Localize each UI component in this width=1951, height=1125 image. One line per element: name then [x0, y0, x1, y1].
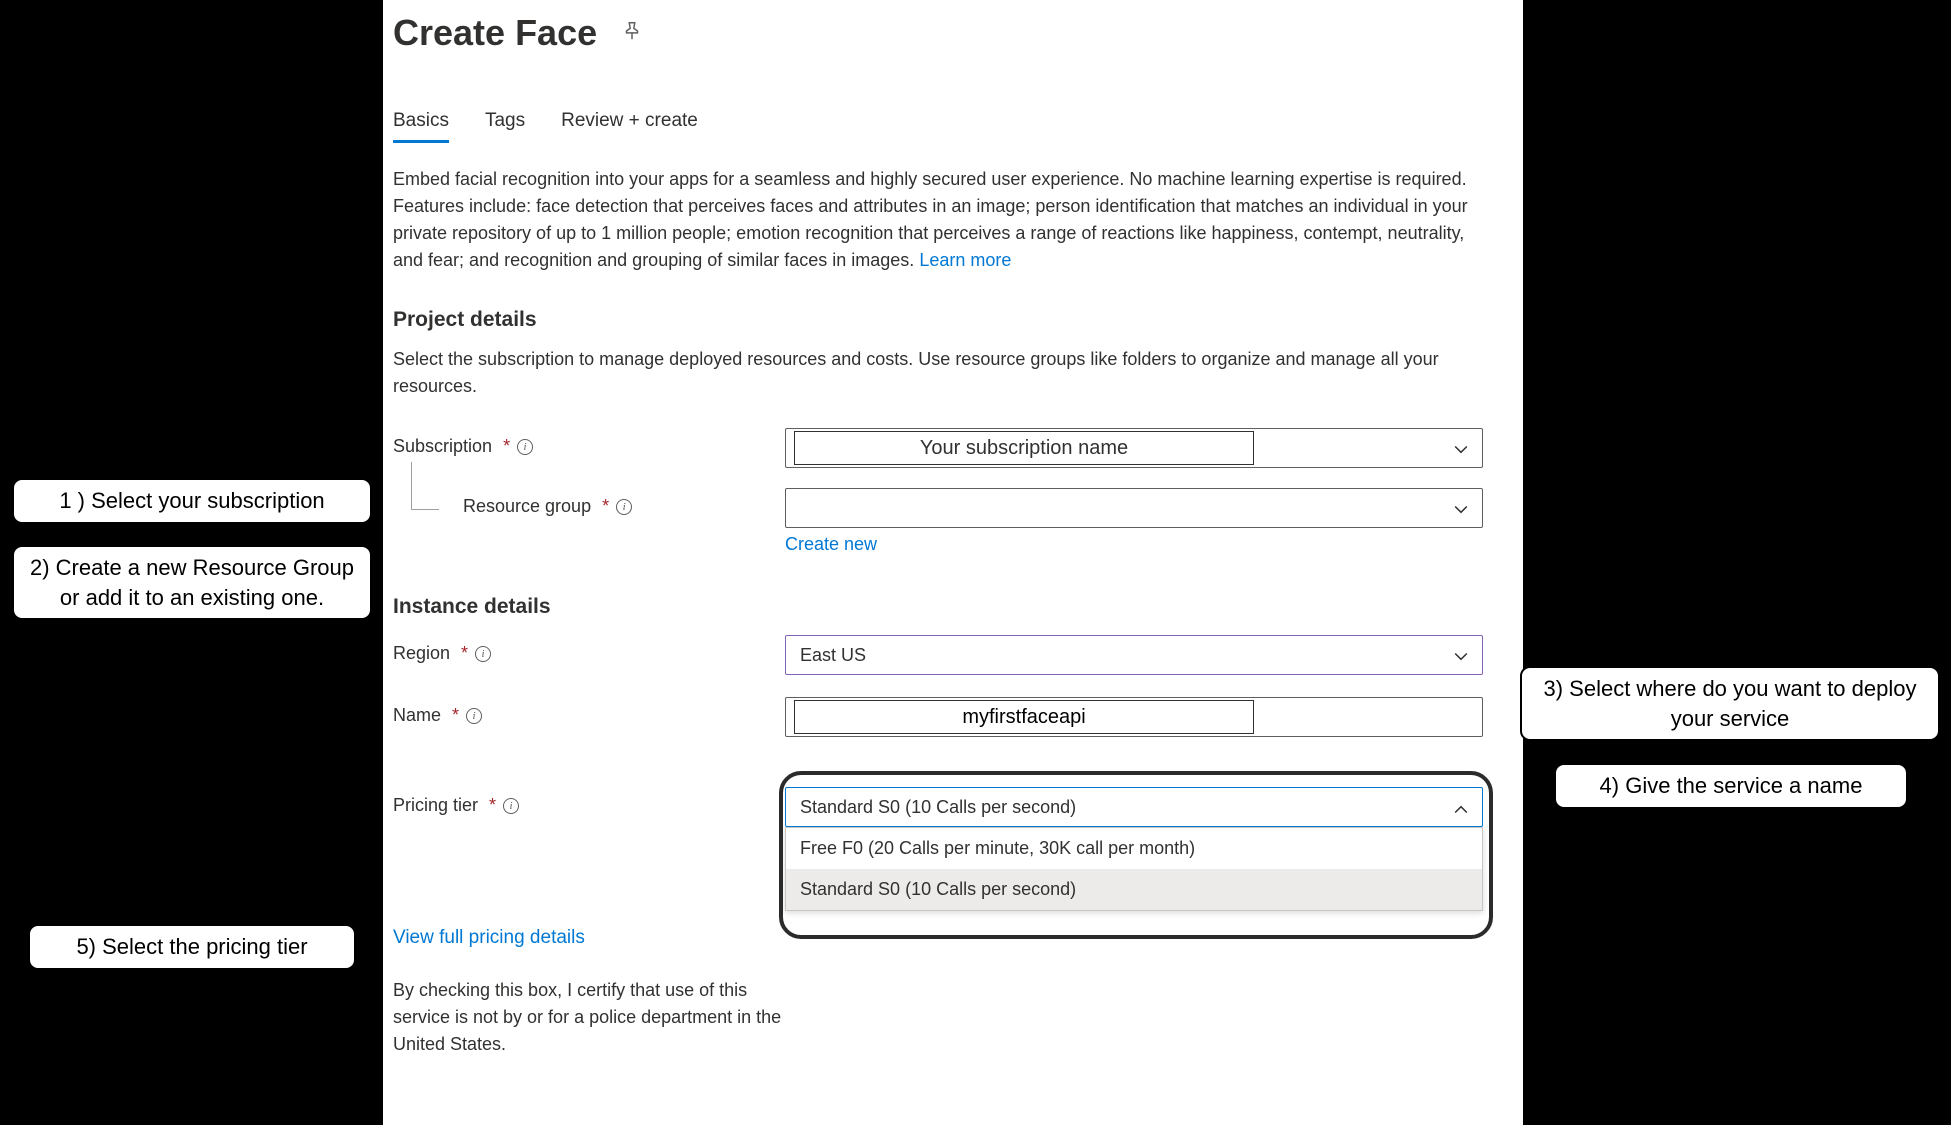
required-marker: *: [489, 795, 496, 816]
required-marker: *: [503, 436, 510, 457]
tab-review[interactable]: Review + create: [561, 110, 698, 143]
region-label: Region: [393, 643, 450, 664]
main-panel: Create Face Basics Tags Review + create …: [383, 0, 1523, 1125]
page-title: Create Face: [393, 12, 597, 54]
info-icon[interactable]: i: [503, 798, 519, 814]
info-icon[interactable]: i: [517, 439, 533, 455]
indent-connector: [411, 462, 439, 510]
subscription-value-box: Your subscription name: [794, 431, 1254, 465]
tab-tags[interactable]: Tags: [485, 110, 525, 143]
required-marker: *: [602, 496, 609, 517]
pricing-dropdown-list: Free F0 (20 Calls per minute, 30K call p…: [785, 827, 1483, 911]
certification-text: By checking this box, I certify that use…: [393, 977, 783, 1058]
pricing-label-wrap: Pricing tier * i: [393, 787, 785, 816]
project-details-title: Project details: [393, 308, 1483, 332]
chevron-down-icon: [1454, 648, 1468, 662]
region-dropdown[interactable]: East US: [785, 635, 1483, 675]
project-details-desc: Select the subscription to manage deploy…: [393, 346, 1483, 400]
instance-details-title: Instance details: [393, 595, 1483, 619]
chevron-up-icon: [1454, 800, 1468, 814]
required-marker: *: [461, 643, 468, 664]
pricing-details-link[interactable]: View full pricing details: [393, 927, 1483, 949]
callout-3: 3) Select where do you want to deploy yo…: [1520, 666, 1940, 741]
create-new-link[interactable]: Create new: [785, 534, 1483, 555]
pricing-selected: Standard S0 (10 Calls per second): [800, 797, 1076, 818]
learn-more-link[interactable]: Learn more: [919, 250, 1011, 270]
callout-4: 4) Give the service a name: [1554, 763, 1908, 809]
info-icon[interactable]: i: [475, 646, 491, 662]
resource-group-dropdown[interactable]: [785, 488, 1483, 528]
rg-label: Resource group: [463, 496, 591, 517]
name-input[interactable]: myfirstfaceapi: [785, 697, 1483, 737]
callout-5: 5) Select the pricing tier: [28, 924, 356, 970]
name-label-wrap: Name * i: [393, 697, 785, 726]
pricing-dropdown[interactable]: Standard S0 (10 Calls per second) Free F…: [785, 787, 1483, 911]
page-header: Create Face: [393, 12, 1483, 54]
pin-icon[interactable]: [621, 20, 643, 47]
pricing-row: Pricing tier * i Standard S0 (10 Calls p…: [393, 787, 1483, 911]
info-icon[interactable]: i: [616, 499, 632, 515]
subscription-label-wrap: Subscription * i: [393, 428, 785, 457]
region-value: East US: [800, 645, 866, 666]
info-icon[interactable]: i: [466, 708, 482, 724]
intro-text: Embed facial recognition into your apps …: [393, 166, 1483, 274]
resource-group-row: Resource group * i Create new: [393, 488, 1483, 555]
name-value-box: myfirstfaceapi: [794, 700, 1254, 734]
tab-basics[interactable]: Basics: [393, 110, 449, 143]
chevron-down-icon: [1454, 501, 1468, 515]
required-marker: *: [452, 705, 459, 726]
name-label: Name: [393, 705, 441, 726]
callout-1: 1 ) Select your subscription: [12, 478, 372, 524]
region-row: Region * i East US: [393, 635, 1483, 675]
pricing-option-standard[interactable]: Standard S0 (10 Calls per second): [786, 869, 1482, 910]
name-row: Name * i myfirstfaceapi: [393, 697, 1483, 737]
subscription-dropdown[interactable]: Your subscription name: [785, 428, 1483, 468]
subscription-row: Subscription * i Your subscription name: [393, 428, 1483, 468]
pricing-section: Pricing tier * i Standard S0 (10 Calls p…: [393, 787, 1483, 949]
tabs: Basics Tags Review + create: [393, 110, 1483, 144]
chevron-down-icon: [1454, 441, 1468, 455]
region-label-wrap: Region * i: [393, 635, 785, 664]
rg-label-wrap: Resource group * i: [393, 488, 785, 517]
callout-2: 2) Create a new Resource Group or add it…: [12, 545, 372, 620]
pricing-label: Pricing tier: [393, 795, 478, 816]
pricing-option-free[interactable]: Free F0 (20 Calls per minute, 30K call p…: [786, 828, 1482, 869]
subscription-label: Subscription: [393, 436, 492, 457]
